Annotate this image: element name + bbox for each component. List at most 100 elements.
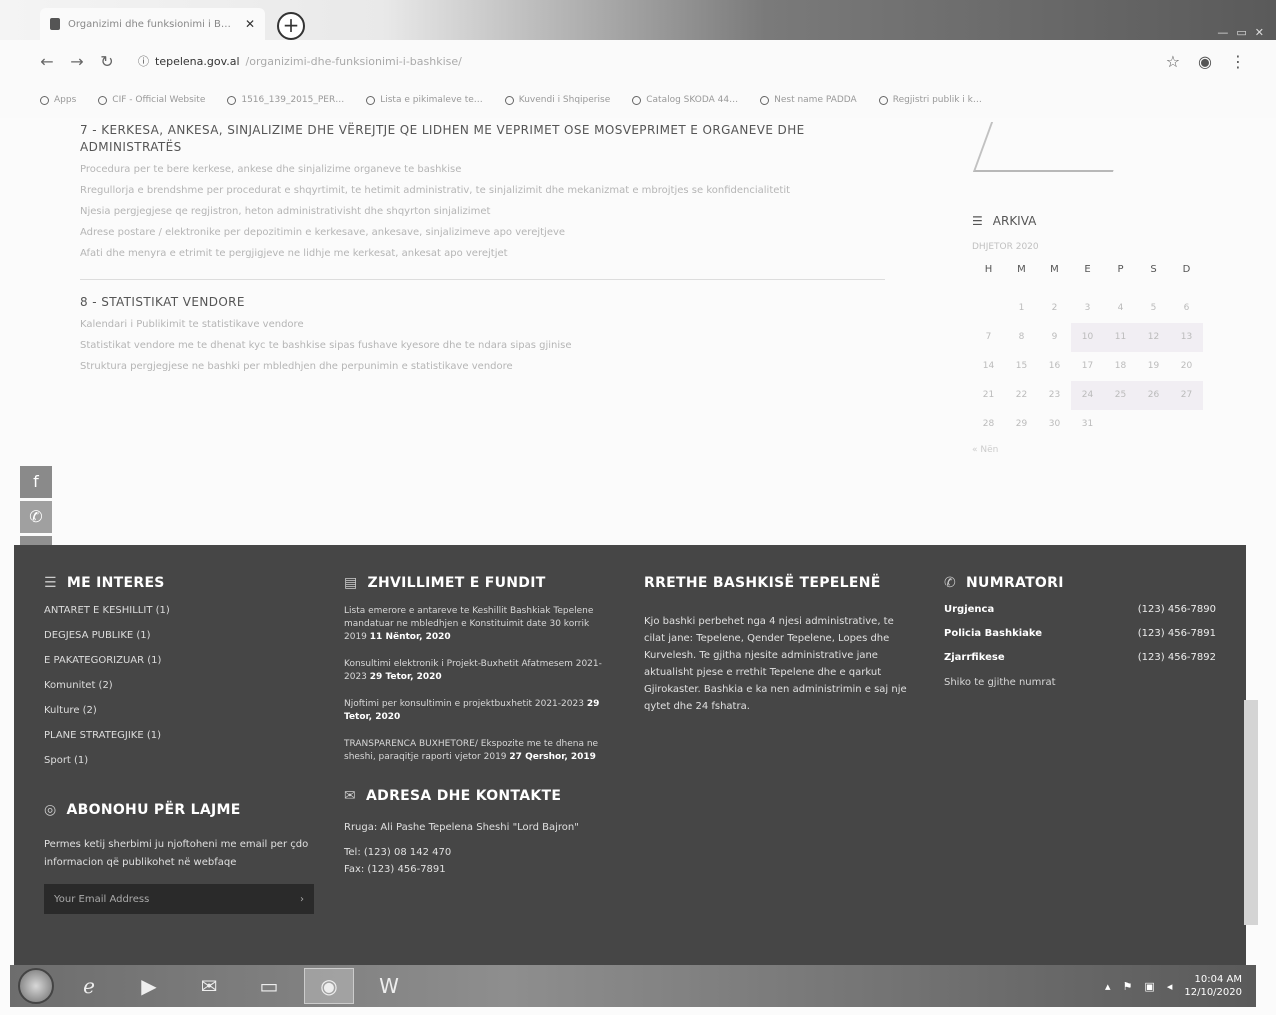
calendar-prev-link[interactable]: « Nën bbox=[972, 445, 1202, 455]
calendar-day[interactable]: 30 bbox=[1038, 410, 1071, 439]
section-7-link[interactable]: Adrese postare / elektronike per depozit… bbox=[80, 225, 890, 240]
calendar-day[interactable]: 24 bbox=[1071, 381, 1104, 410]
bookmark-7[interactable]: Regjistri publik i k… bbox=[878, 95, 982, 105]
calendar-day[interactable]: 25 bbox=[1104, 381, 1137, 410]
profile-icon[interactable]: ◉ bbox=[1198, 52, 1212, 71]
media-player-icon[interactable]: ▶ bbox=[124, 968, 174, 1004]
whatsapp-icon[interactable]: ✆ bbox=[20, 501, 52, 533]
email-input[interactable]: Your Email Address › bbox=[44, 884, 314, 914]
back-icon[interactable]: ← bbox=[32, 52, 62, 71]
calendar-day[interactable]: 28 bbox=[972, 410, 1005, 439]
section-7-link[interactable]: Rregullorja e brendshme per procedurat e… bbox=[80, 183, 890, 198]
file-explorer-icon[interactable]: ▭ bbox=[244, 968, 294, 1004]
calendar-day[interactable]: 18 bbox=[1104, 352, 1137, 381]
favicon-icon bbox=[50, 18, 60, 30]
start-button[interactable] bbox=[18, 968, 54, 1004]
category-link[interactable]: ANTARET E KESHILLIT (1) bbox=[44, 605, 316, 616]
bookmark-icon bbox=[878, 95, 888, 105]
news-item[interactable]: TRANSPARENCA BUXHETORE/ Ekspozite me te … bbox=[344, 738, 606, 764]
maximize-icon[interactable]: ▭ bbox=[1236, 26, 1246, 39]
url-domain: tepelena.gov.al bbox=[155, 54, 240, 68]
section-7-link[interactable]: Afati dhe menyra e etrimit te pergjigjev… bbox=[80, 246, 890, 261]
calendar-day[interactable]: 17 bbox=[1071, 352, 1104, 381]
news-item[interactable]: Lista emerore e antareve te Keshillit Ba… bbox=[344, 605, 606, 644]
page-scrollbar[interactable] bbox=[1244, 700, 1258, 925]
calendar-day[interactable]: 31 bbox=[1071, 410, 1104, 439]
calendar-day[interactable]: 15 bbox=[1005, 352, 1038, 381]
calendar-day[interactable]: 10 bbox=[1071, 323, 1104, 352]
calendar-day[interactable]: 21 bbox=[972, 381, 1005, 410]
subscribe-heading: ◎ ABONOHU PËR LAJME bbox=[44, 802, 241, 818]
menu-icon[interactable]: ⋮ bbox=[1230, 52, 1246, 71]
close-tab-icon[interactable]: ✕ bbox=[245, 17, 255, 31]
calendar-day bbox=[1170, 410, 1203, 439]
weekday-header: P bbox=[1117, 264, 1124, 275]
bookmark-5[interactable]: Catalog SKODA 44… bbox=[632, 95, 738, 105]
clock[interactable]: 10:04 AM 12/10/2020 bbox=[1184, 973, 1242, 999]
calendar-day[interactable]: 1 bbox=[1005, 294, 1038, 323]
bookmark-icon bbox=[632, 95, 642, 105]
section-7-link[interactable]: Procedura per te bere kerkese, ankese dh… bbox=[80, 162, 890, 177]
bookmark-6[interactable]: Nest name PADDA bbox=[760, 95, 857, 105]
category-link[interactable]: Komunitet (2) bbox=[44, 680, 316, 691]
forward-icon[interactable]: → bbox=[62, 52, 92, 71]
calendar-day[interactable]: 14 bbox=[972, 352, 1005, 381]
category-link[interactable]: Sport (1) bbox=[44, 755, 316, 766]
category-link[interactable]: PLANE STRATEGJIKE (1) bbox=[44, 730, 316, 741]
outlook-icon[interactable]: ✉ bbox=[184, 968, 234, 1004]
reload-icon[interactable]: ↻ bbox=[92, 52, 122, 71]
chevron-right-icon[interactable]: › bbox=[300, 894, 304, 905]
section-7-link[interactable]: Njesia pergjegjese qe regjistron, heton … bbox=[80, 204, 890, 219]
calendar-day[interactable]: 6 bbox=[1170, 294, 1203, 323]
category-link[interactable]: DEGJESA PUBLIKE (1) bbox=[44, 630, 316, 641]
section-8-link[interactable]: Kalendari i Publikimit te statistikave v… bbox=[80, 317, 890, 332]
all-numbers-link[interactable]: Shiko te gjithe numrat bbox=[944, 677, 1216, 688]
calendar-day[interactable]: 7 bbox=[972, 323, 1005, 352]
chrome-icon[interactable]: ◉ bbox=[304, 968, 354, 1004]
category-link[interactable]: E PAKATEGORIZUAR (1) bbox=[44, 655, 316, 666]
internet-explorer-icon[interactable]: ℯ bbox=[64, 968, 114, 1004]
flag-icon[interactable]: ⚑ bbox=[1123, 980, 1133, 993]
section-8-link[interactable]: Statistikat vendore me te dhenat kyc te … bbox=[80, 338, 890, 353]
calendar-day[interactable]: 11 bbox=[1104, 323, 1137, 352]
calendar-day[interactable]: 3 bbox=[1071, 294, 1104, 323]
calendar-day[interactable]: 19 bbox=[1137, 352, 1170, 381]
calendar-day[interactable]: 26 bbox=[1137, 381, 1170, 410]
calendar-day[interactable]: 8 bbox=[1005, 323, 1038, 352]
bookmark-2[interactable]: 1516_139_2015_PER… bbox=[227, 95, 344, 105]
bookmark-1[interactable]: CIF - Official Website bbox=[98, 95, 205, 105]
facebook-icon[interactable]: f bbox=[20, 466, 52, 498]
bookmark-apps[interactable]: Apps bbox=[40, 95, 76, 105]
calendar-day[interactable]: 2 bbox=[1038, 294, 1071, 323]
calendar-day[interactable]: 13 bbox=[1170, 323, 1203, 352]
news-item[interactable]: Njoftimi per konsultimin e projektbuxhet… bbox=[344, 698, 606, 724]
calendar-day[interactable]: 9 bbox=[1038, 323, 1071, 352]
bookmark-star-icon[interactable]: ☆ bbox=[1166, 52, 1180, 71]
calendar-day[interactable]: 22 bbox=[1005, 381, 1038, 410]
apps-icon bbox=[40, 95, 49, 105]
calendar-day[interactable]: 16 bbox=[1038, 352, 1071, 381]
show-hidden-icon[interactable]: ▴ bbox=[1105, 980, 1111, 993]
news-item[interactable]: Konsultimi elektronik i Projekt-Buxhetit… bbox=[344, 658, 606, 684]
calendar-day[interactable]: 27 bbox=[1170, 381, 1203, 410]
category-link[interactable]: Kulture (2) bbox=[44, 705, 316, 716]
calendar-day[interactable]: 5 bbox=[1137, 294, 1170, 323]
calendar-month: DHJETOR 2020 bbox=[972, 242, 1039, 252]
volume-icon[interactable]: ◂ bbox=[1167, 980, 1173, 993]
close-window-icon[interactable]: ✕ bbox=[1255, 26, 1264, 39]
calendar-day[interactable]: 20 bbox=[1170, 352, 1203, 381]
calendar-day[interactable]: 4 bbox=[1104, 294, 1137, 323]
new-tab-button[interactable]: + bbox=[277, 12, 305, 40]
calendar-day[interactable]: 23 bbox=[1038, 381, 1071, 410]
footer-col-numbers: ✆ NUMRATORI Urgjenca (123) 456-7890 Polici… bbox=[944, 575, 1216, 688]
section-8-link[interactable]: Struktura pergjegjese ne bashki per mble… bbox=[80, 359, 890, 374]
browser-tab[interactable]: Organizimi dhe funksionimi i B… ✕ bbox=[40, 8, 265, 40]
calendar-day[interactable]: 29 bbox=[1005, 410, 1038, 439]
url-field[interactable]: ⓘ tepelena.gov.al/organizimi-dhe-funksio… bbox=[138, 53, 1166, 69]
bookmark-3[interactable]: Lista e pikimaleve te… bbox=[366, 95, 483, 105]
bookmark-4[interactable]: Kuvendi i Shqiperise bbox=[504, 95, 610, 105]
calendar-day[interactable]: 12 bbox=[1137, 323, 1170, 352]
network-icon[interactable]: ▣ bbox=[1144, 980, 1154, 993]
word-icon[interactable]: W bbox=[364, 968, 414, 1004]
minimize-icon[interactable]: — bbox=[1217, 26, 1228, 39]
